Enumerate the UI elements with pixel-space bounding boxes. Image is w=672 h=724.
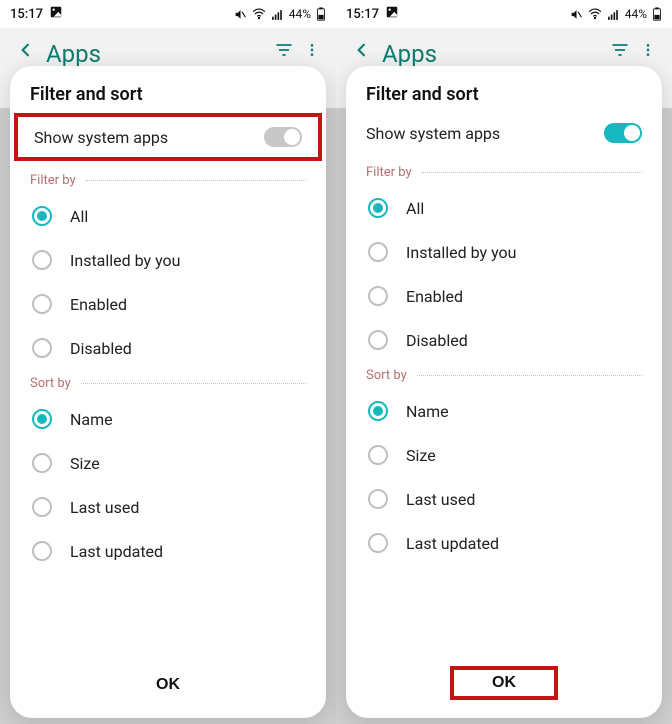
filter-option-enabled[interactable]: Enabled <box>10 282 326 326</box>
ok-button[interactable]: OK <box>116 670 220 700</box>
status-bar: 15:17 44% <box>336 0 672 28</box>
sort-by-header: Sort by <box>10 370 326 397</box>
filter-by-header: Filter by <box>346 159 662 186</box>
filter-sort-sheet: Filter and sort Show system apps Filter … <box>10 66 326 718</box>
mute-icon <box>570 8 583 21</box>
sort-icon[interactable] <box>274 40 294 64</box>
image-icon <box>385 5 399 23</box>
radio-icon <box>368 445 388 465</box>
radio-icon <box>32 250 52 270</box>
radio-icon <box>368 401 388 421</box>
ok-button[interactable]: OK <box>450 666 558 700</box>
filter-option-disabled[interactable]: Disabled <box>10 326 326 370</box>
radio-icon <box>368 489 388 509</box>
radio-icon <box>368 330 388 350</box>
sheet-title: Filter and sort <box>10 84 326 113</box>
wifi-icon <box>252 7 266 21</box>
filter-by-header: Filter by <box>10 167 326 194</box>
sort-option-lastused[interactable]: Last used <box>10 485 326 529</box>
page-title: Apps <box>382 40 600 68</box>
radio-icon <box>32 497 52 517</box>
battery-icon <box>652 7 662 21</box>
mute-icon <box>234 8 247 21</box>
phone-left: 15:17 44% Apps Filter and sort Show syst… <box>0 0 336 724</box>
filter-option-all[interactable]: All <box>10 194 326 238</box>
filter-option-installed[interactable]: Installed by you <box>346 230 662 274</box>
ok-row: OK <box>346 652 662 718</box>
page-title: Apps <box>46 40 264 68</box>
radio-icon <box>368 533 388 553</box>
status-bar: 15:17 44% <box>0 0 336 28</box>
radio-icon <box>368 242 388 262</box>
sort-option-name[interactable]: Name <box>346 389 662 433</box>
filter-option-installed[interactable]: Installed by you <box>10 238 326 282</box>
more-icon[interactable] <box>304 40 320 64</box>
radio-icon <box>368 286 388 306</box>
sort-option-lastupdated[interactable]: Last updated <box>346 521 662 565</box>
back-icon[interactable] <box>16 40 36 64</box>
sort-option-lastused[interactable]: Last used <box>346 477 662 521</box>
status-battery: 44% <box>289 7 311 21</box>
radio-icon <box>32 206 52 226</box>
signal-icon <box>271 8 284 21</box>
toggle-label: Show system apps <box>34 128 168 147</box>
toggle-label: Show system apps <box>366 124 500 143</box>
radio-icon <box>368 198 388 218</box>
show-system-apps-row[interactable]: Show system apps <box>14 113 322 161</box>
sort-icon[interactable] <box>610 40 630 64</box>
image-icon <box>49 5 63 23</box>
status-battery: 44% <box>625 7 647 21</box>
wifi-icon <box>588 7 602 21</box>
more-icon[interactable] <box>640 40 656 64</box>
phone-right: 15:17 44% Apps Filter and sort Show syst… <box>336 0 672 724</box>
show-system-apps-row[interactable]: Show system apps <box>350 113 658 153</box>
sort-option-name[interactable]: Name <box>10 397 326 441</box>
sort-option-size[interactable]: Size <box>10 441 326 485</box>
sort-by-header: Sort by <box>346 362 662 389</box>
radio-icon <box>32 338 52 358</box>
filter-sort-sheet: Filter and sort Show system apps Filter … <box>346 66 662 718</box>
radio-icon <box>32 409 52 429</box>
ok-row: OK <box>10 656 326 718</box>
sort-option-lastupdated[interactable]: Last updated <box>10 529 326 573</box>
filter-option-enabled[interactable]: Enabled <box>346 274 662 318</box>
back-icon[interactable] <box>352 40 372 64</box>
filter-option-disabled[interactable]: Disabled <box>346 318 662 362</box>
filter-option-all[interactable]: All <box>346 186 662 230</box>
show-system-apps-toggle[interactable] <box>264 127 302 147</box>
status-time: 15:17 <box>346 7 379 22</box>
radio-icon <box>32 294 52 314</box>
radio-icon <box>32 453 52 473</box>
show-system-apps-toggle[interactable] <box>604 123 642 143</box>
signal-icon <box>607 8 620 21</box>
battery-icon <box>316 7 326 21</box>
sort-option-size[interactable]: Size <box>346 433 662 477</box>
sheet-title: Filter and sort <box>346 84 662 113</box>
radio-icon <box>32 541 52 561</box>
status-time: 15:17 <box>10 7 43 22</box>
